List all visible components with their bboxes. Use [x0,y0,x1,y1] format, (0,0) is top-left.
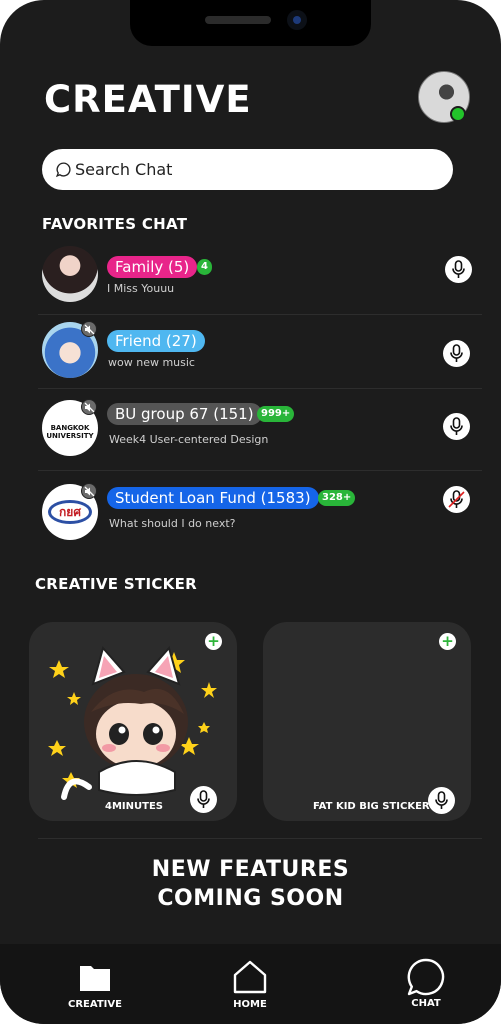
sticker-card-fat-kid[interactable]: + FAT KID BIG STICKER [263,622,471,821]
coming-soon-banner: NEW FEATURES COMING SOON [0,855,501,913]
microphone-icon [435,791,448,809]
mic-button[interactable] [428,787,455,814]
nav-creative[interactable]: CREATIVE [56,962,134,1010]
microphone-icon [452,260,465,278]
mic-button[interactable] [443,413,470,440]
nav-label: HOME [233,999,267,1010]
nav-label: CREATIVE [68,999,122,1010]
microphone-icon [450,417,463,435]
chat-row-bu-group[interactable]: BANGKOK UNIVERSITY BU group 67 (151) 999… [38,389,482,471]
logo-text: BANGKOK UNIVERSITY [46,424,94,440]
coming-soon-line: COMING SOON [157,886,344,911]
chat-icon [407,958,445,996]
bottom-nav: CREATIVE HOME CHAT [0,944,501,1024]
mic-off-button[interactable] [443,486,470,513]
avatar-family [42,246,98,302]
notch [130,0,371,46]
unread-badge: 999+ [257,406,295,422]
add-sticker-button[interactable]: + [439,633,456,650]
coming-soon-line: NEW FEATURES [151,857,350,882]
chat-name: BU group 67 (151) [107,403,262,425]
sticker-label: 4MINUTES [105,801,163,812]
stickers-heading: CREATIVE STICKER [35,575,197,593]
mute-icon [81,399,97,415]
chat-preview: wow new music [108,356,195,369]
favorites-heading: FAVORITES CHAT [42,215,188,233]
microphone-off-icon [448,490,465,508]
search-input[interactable] [75,160,435,179]
section-divider [38,838,482,839]
mic-button[interactable] [443,340,470,367]
chat-bubble-icon [55,162,71,178]
microphone-icon [197,790,210,808]
phone-frame: CREATIVE FAVORITES CHAT Family (5) 4 I M… [0,0,501,1024]
chat-row-family[interactable]: Family (5) 4 I Miss Youuu [38,243,482,315]
chat-preview: Week4 User-centered Design [109,433,269,446]
nav-chat[interactable]: CHAT [396,958,456,1009]
chat-preview: I Miss Youuu [107,282,175,295]
search-bar[interactable] [42,149,453,190]
unread-badge: 4 [197,259,212,275]
logo-text: กยศ [48,500,92,524]
sticker-label: FAT KID BIG STICKER [313,801,430,812]
chat-name: Friend (27) [107,330,205,352]
speaker [205,16,271,24]
home-icon [233,960,267,994]
nav-home[interactable]: HOME [220,960,280,1010]
chat-name: Family (5) [107,256,198,278]
online-status-dot [450,106,466,122]
chat-row-friend[interactable]: Friend (27) wow new music [38,315,482,389]
mic-button[interactable] [190,786,217,813]
nav-label: CHAT [411,998,441,1009]
page-title: CREATIVE [44,78,252,121]
sticker-card-4minutes[interactable]: + 4MINUTES [29,622,237,821]
mic-button[interactable] [445,256,472,283]
unread-badge: 328+ [318,490,356,506]
add-sticker-button[interactable]: + [205,633,222,650]
chat-preview: What should I do next? [109,517,236,530]
front-camera [287,10,307,30]
chat-row-student-loan[interactable]: กยศ Student Loan Fund (1583) 328+ What s… [38,471,482,560]
mute-icon [81,321,97,337]
mute-icon [81,483,97,499]
microphone-icon [450,344,463,362]
chat-name: Student Loan Fund (1583) [107,487,319,509]
folder-icon [80,966,110,991]
